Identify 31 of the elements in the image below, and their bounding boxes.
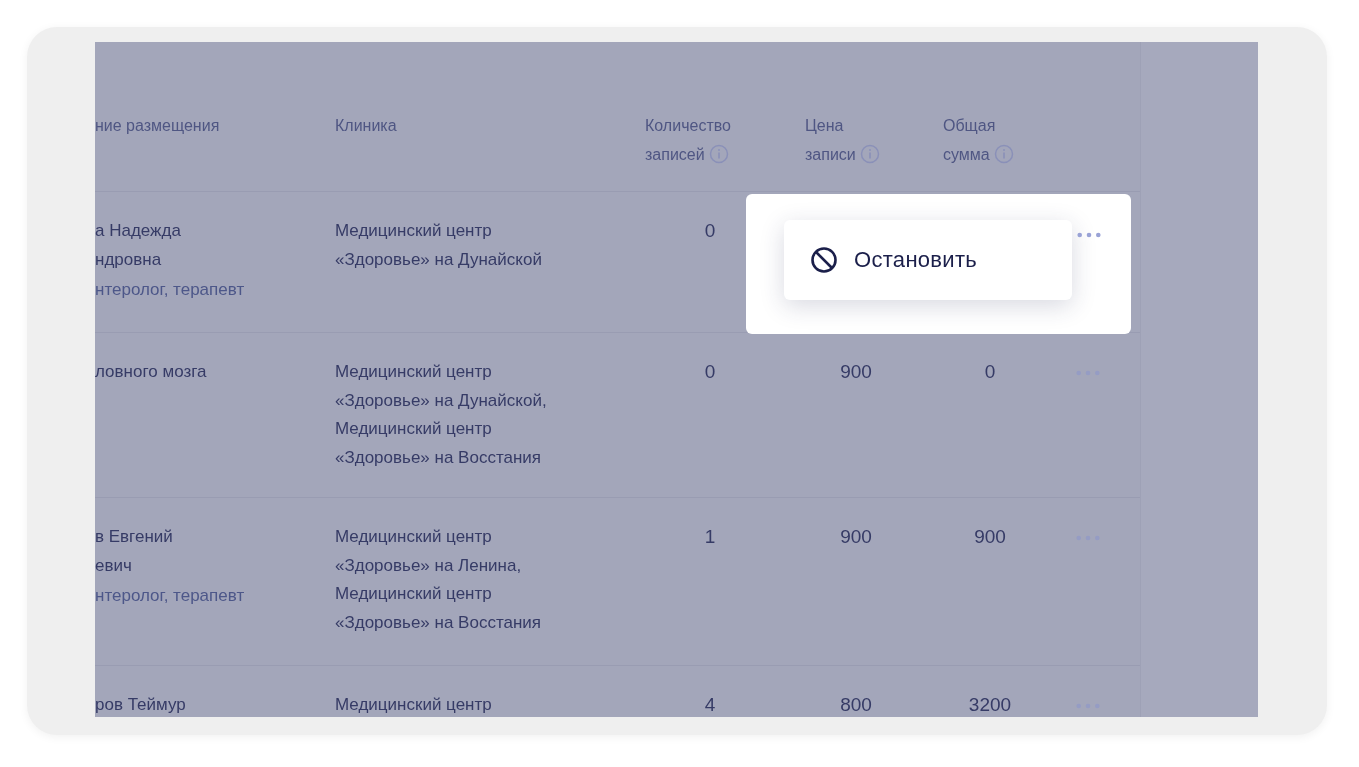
- column-header: Количество записей: [645, 116, 732, 166]
- count-cell: 1: [704, 526, 716, 547]
- info-icon[interactable]: [994, 143, 1015, 164]
- column-header: Клиника: [335, 116, 397, 136]
- info-icon[interactable]: [709, 143, 730, 164]
- total-cell: 3200: [968, 694, 1012, 715]
- clinic-text: Медицинский центр «Здоровье» на Дунайской, Медицинский центр «Здоровье» на Восстания: [335, 361, 548, 469]
- doctor-name: а Надежда ндровна: [95, 220, 182, 271]
- specialty-text: нтеролог, терапевт: [95, 585, 246, 607]
- doctor-name: ров Теймур: [95, 694, 187, 716]
- menu-item[interactable]: Остановить: [784, 220, 1072, 300]
- info-icon[interactable]: [860, 143, 881, 164]
- count-cell: 4: [704, 694, 716, 715]
- specialty-text: нтеролог, терапевт: [95, 279, 246, 301]
- price-cell: 900: [840, 361, 872, 382]
- count-cell: 0: [704, 220, 716, 241]
- clinic-text: Медицинский центр «Здоровье» на Ленина, Медицинский центр «Здоровье» на Восстания: [335, 526, 543, 634]
- total-cell: 0: [984, 361, 996, 382]
- column-header: Общая сумма: [943, 112, 1033, 169]
- count-cell: 0: [704, 361, 716, 382]
- clinic-text: Медицинский центр: [335, 694, 493, 716]
- price-cell: 800: [840, 694, 872, 715]
- column-header: Цена записи: [805, 112, 895, 169]
- column-header: ние размещения: [95, 116, 220, 136]
- doctor-name: ловного мозга: [95, 361, 208, 383]
- stop-icon: [810, 246, 838, 274]
- more-icon[interactable]: [1076, 231, 1102, 239]
- price-cell: 900: [840, 526, 872, 547]
- clinic-text: Медицинский центр «Здоровье» на Дунайской: [335, 220, 543, 271]
- doctor-name: в Евгений евич: [95, 526, 174, 577]
- total-cell: 900: [974, 526, 1006, 547]
